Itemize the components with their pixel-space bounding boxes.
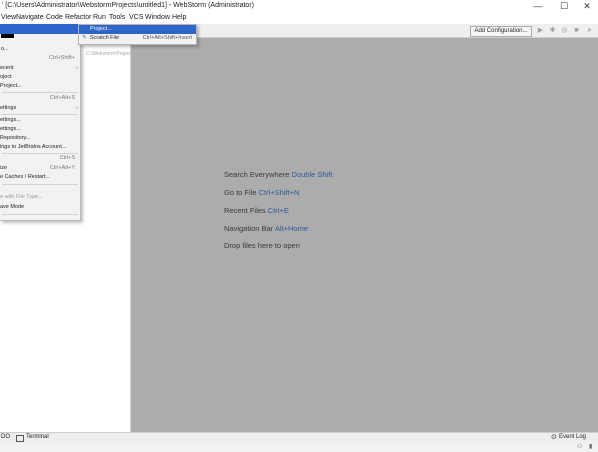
hint-shortcut: Double Shift [291,170,333,179]
submenu-item-scratch-file[interactable]: ✎ Scratch File Ctrl+Alt+Shift+Insert [79,34,196,43]
hint-text: Search Everywhere [224,170,292,179]
file-menu-dropdown: W o... Ctrl+Shift+ ecent› oject Project.… [0,24,81,221]
editor-empty-area[interactable] [131,38,598,432]
hint-go-to-file: Go to File Ctrl+Shift+N [224,188,299,197]
hint-text: Recent Files [224,206,268,215]
menu-navigate[interactable]: Navigate [16,14,44,21]
menu-window[interactable]: Window [145,14,170,21]
file-menu-item-invalidate-caches[interactable]: e Caches / Restart... [0,172,80,182]
menu-view[interactable]: View [1,14,16,21]
scratch-file-icon: ✎ [82,35,88,41]
window-title: ' [C:\Users\Administrator\WebstormProjec… [2,2,254,9]
file-menu-item-rename-project[interactable]: Project... [0,81,80,91]
menu-separator [2,184,78,185]
stop-icon[interactable]: ■ [572,26,581,35]
coverage-icon[interactable]: ◎ [560,26,569,35]
debug-icon[interactable]: ✱ [548,26,557,35]
maximize-button[interactable]: ☐ [552,0,576,13]
file-menu-item-sync-settings[interactable]: ings to JetBrains Account... [0,142,80,152]
file-menu-item-label[interactable]: o... [1,46,9,52]
file-menu-item-settings[interactable]: Ctrl+Alt+S [0,93,80,103]
menu-run[interactable]: Run [93,14,106,21]
menu-refactor[interactable]: Refactor [65,14,91,21]
title-bar: ' [C:\Users\Administrator\WebstormProjec… [0,0,598,14]
add-configuration-button[interactable]: Add Configuration... [470,26,532,37]
file-menu-item-new[interactable] [0,24,80,34]
inspector-icon[interactable]: ⚇ [577,443,582,450]
menu-tools[interactable]: Tools [109,14,125,21]
search-everywhere-icon[interactable]: ⌕ [585,26,594,35]
menu-help[interactable]: Help [172,14,186,21]
status-bar: ⚇ ▮ [0,443,598,452]
hint-shortcut: Ctrl+E [267,206,289,215]
hint-recent-files: Recent Files Ctrl+E [224,206,289,215]
new-submenu: Project... ✎ Scratch File Ctrl+Alt+Shift+I… [78,24,197,45]
hint-text: Go to File [224,188,259,197]
submenu-item-project[interactable]: Project... [79,25,196,34]
event-log-tab[interactable]: Event Log [559,434,586,440]
menu-separator [2,214,78,215]
file-menu-item-other-settings[interactable]: ettings › [0,103,80,113]
terminal-icon [16,435,24,442]
todo-tab[interactable]: DO [1,434,10,440]
project-path: C:\Webstorm\Projec [86,51,131,57]
close-button[interactable]: ✕ [575,0,598,13]
hint-navigation-bar: Navigation Bar Alt+Home [224,224,308,233]
hint-text: Navigation Bar [224,224,275,233]
hint-text: Drop files here to open [224,241,300,250]
submenu-arrow-icon: › [76,105,78,111]
hint-drop-files: Drop files here to open [224,241,300,250]
hint-shortcut: Ctrl+Shift+N [258,188,300,197]
event-log-icon: ⊙ [551,434,557,441]
file-menu-item-save-all[interactable]: Ctrl+S [0,153,80,163]
file-menu-item-power-save-mode[interactable]: ave Mode [0,202,80,212]
file-menu-item-associate-file-type: e with File Type... [0,194,43,200]
menu-bar: View Navigate Code Refactor Run Tools VC… [0,13,598,24]
hint-search-everywhere: Search Everywhere Double Shift [224,170,332,179]
menu-code[interactable]: Code [46,14,63,21]
minimize-button[interactable]: — [526,0,550,13]
file-menu-item-shortcut[interactable]: Ctrl+Shift+ [0,53,80,63]
memory-icon[interactable]: ▮ [589,443,592,450]
run-icon[interactable]: ▶ [536,26,545,35]
terminal-tab[interactable]: Terminal [26,434,49,440]
menu-vcs[interactable]: VCS [129,14,143,21]
hint-shortcut: Alt+Home [274,224,309,233]
